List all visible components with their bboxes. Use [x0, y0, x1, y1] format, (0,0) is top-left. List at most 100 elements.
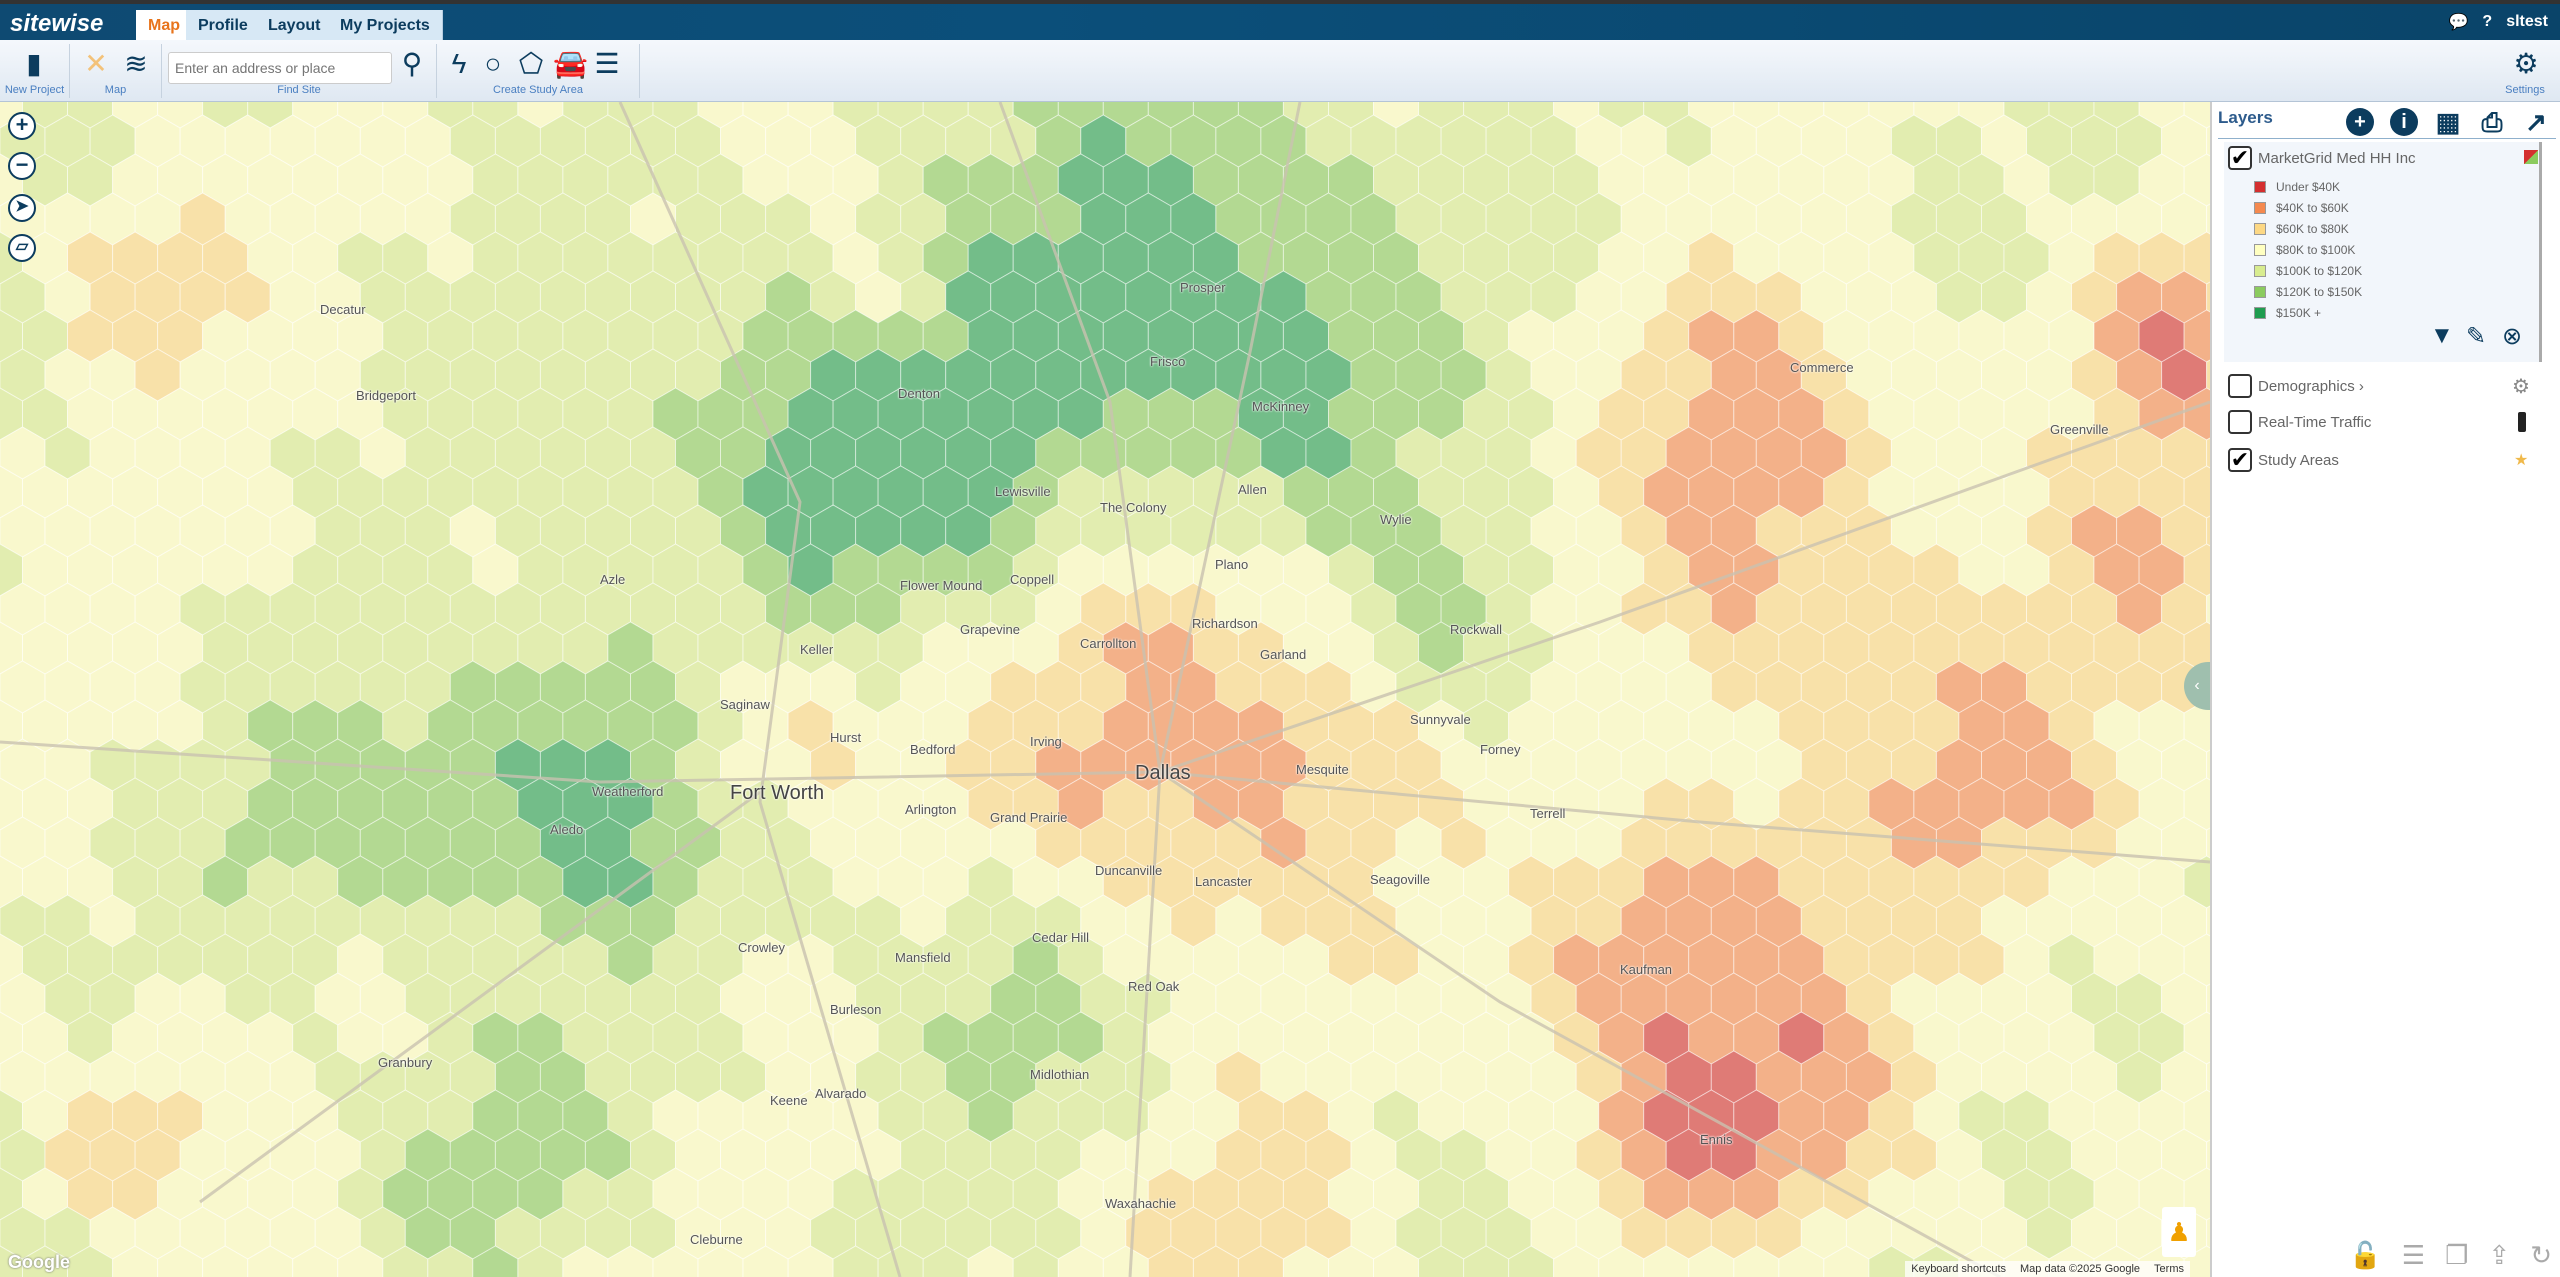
info-icon[interactable]: i [2390, 108, 2418, 136]
new-project-group[interactable]: ▮ New Project [0, 44, 70, 98]
top-bar: sitewise Map Profile Layout My Projects … [0, 0, 2560, 42]
study-areas-checkbox[interactable]: ✔ [2228, 448, 2252, 472]
share-icon[interactable]: ↗ [2522, 108, 2550, 136]
copy-icon[interactable]: ❐ [2445, 1240, 2468, 1271]
gear-icon[interactable]: ⚙ [2510, 48, 2542, 80]
map-canvas[interactable]: Fort Worth Dallas Arlington Irving Plano Garl… [0, 102, 2210, 1277]
legend-item: $150K + [2254, 306, 2321, 320]
lightning-icon[interactable]: ϟ [443, 48, 475, 80]
search-icon[interactable]: ⚲ [396, 48, 428, 80]
create-study-area-group: ϟ ○ ⬠ 🚘 ☰ Create Study Area [437, 44, 640, 98]
city-label: Duncanville [1095, 863, 1163, 878]
gear-icon[interactable]: ⚙ [2512, 374, 2530, 399]
tab-map[interactable]: Map [136, 10, 193, 42]
sitewise-logo: sitewise [10, 10, 104, 37]
legend-swatch [2254, 223, 2266, 235]
city-label: Denton [898, 386, 940, 401]
upload-icon[interactable]: ⇪ [2488, 1240, 2510, 1271]
layer-style-icon[interactable] [2524, 150, 2538, 164]
add-layer-icon[interactable]: + [2346, 108, 2374, 136]
city-label: Garland [1260, 647, 1307, 662]
marketgrid-checkbox[interactable]: ✔ [2228, 146, 2252, 170]
remove-layer-icon[interactable]: ⊗ [2502, 322, 2522, 351]
toolbar: ▮ New Project ✕ ≋ Map ⚲ Find Site ϟ ○ ⬠ … [0, 40, 2560, 102]
street-view-pegman-icon[interactable]: ♟ [2162, 1207, 2196, 1257]
city-label: Rockwall [1450, 622, 1503, 637]
circle-icon[interactable]: ○ [477, 48, 509, 80]
new-project-icon[interactable]: ▮ [18, 48, 50, 80]
legend-label: Under $40K [2276, 180, 2341, 194]
traffic-light-icon [2518, 412, 2526, 432]
city-label: Azle [600, 572, 626, 587]
print-icon[interactable]: ⎙ [2478, 108, 2506, 136]
tab-my-projects[interactable]: My Projects [328, 10, 443, 42]
legend-item: $60K to $80K [2254, 222, 2349, 236]
basemap-icon[interactable]: ✕ [80, 48, 112, 80]
city-label: Lancaster [1195, 874, 1253, 889]
legend-item: $120K to $150K [2254, 285, 2362, 299]
tab-profile[interactable]: Profile [186, 10, 261, 42]
city-label: Weatherford [592, 784, 664, 799]
layers-title: Layers [2218, 108, 2273, 127]
city-label: McKinney [1252, 399, 1310, 414]
legend-item: $80K to $100K [2254, 243, 2355, 257]
city-label: Carrollton [1080, 636, 1137, 651]
keyboard-shortcuts-link[interactable]: Keyboard shortcuts [1911, 1263, 2006, 1275]
drive-time-car-icon[interactable]: 🚘 [553, 48, 588, 80]
city-label: Seagoville [1370, 872, 1430, 887]
measure-ruler-icon[interactable]: ▱ [8, 234, 36, 262]
user-name[interactable]: sltest [2506, 13, 2548, 31]
demographics-layer-name[interactable]: Demographics › [2258, 378, 2364, 395]
city-label: Bridgeport [356, 388, 416, 403]
traffic-checkbox[interactable] [2228, 410, 2252, 434]
city-label: Wylie [1380, 512, 1412, 527]
find-site-group: ⚲ Find Site [162, 44, 437, 98]
city-label-major: Fort Worth [730, 782, 825, 804]
chart-icon[interactable]: ▦ [2434, 108, 2462, 136]
settings-label[interactable]: Settings [2490, 84, 2560, 96]
hex-grid-layer [0, 102, 2210, 1277]
settings-group[interactable]: ⚙ Settings [2490, 44, 2560, 98]
legend-swatch [2254, 181, 2266, 193]
filter-icon[interactable]: ▼ [2430, 322, 2454, 350]
chat-icon[interactable]: 💬 [2449, 12, 2469, 32]
city-label: Irving [1030, 734, 1062, 749]
legend-swatch [2254, 307, 2266, 319]
map-data-text: Map data ©2025 Google [2020, 1263, 2141, 1275]
city-label: Alvarado [815, 1086, 867, 1101]
demographics-checkbox[interactable] [2228, 374, 2252, 398]
legend-label: $60K to $80K [2276, 222, 2349, 236]
locate-icon[interactable]: ➤ [8, 194, 36, 222]
legend-swatch [2254, 265, 2266, 277]
marketgrid-layer-name: MarketGrid Med HH Inc [2258, 150, 2416, 167]
zoom-in-button[interactable]: + [8, 112, 36, 140]
zoom-out-button[interactable]: − [8, 152, 36, 180]
polygon-icon[interactable]: ⬠ [515, 48, 547, 80]
layers-stack-icon[interactable]: ≋ [120, 48, 152, 80]
city-label: Commerce [1790, 360, 1854, 375]
list-icon[interactable]: ☰ [2402, 1240, 2425, 1271]
city-label: Keller [800, 642, 834, 657]
city-label: Kaufman [1620, 962, 1673, 977]
refresh-icon[interactable]: ↻ [2530, 1240, 2552, 1271]
city-label: Richardson [1192, 616, 1258, 631]
city-label: Prosper [1180, 280, 1226, 295]
terms-link[interactable]: Terms [2154, 1263, 2184, 1275]
list-icon[interactable]: ☰ [591, 48, 623, 80]
address-search-input[interactable] [168, 52, 392, 84]
legend-label: $40K to $60K [2276, 201, 2349, 215]
edit-pencil-icon[interactable]: ✎ [2466, 322, 2486, 351]
unlock-icon[interactable]: 🔓 [2349, 1240, 2381, 1271]
tab-layout[interactable]: Layout [256, 10, 334, 42]
expand-chevron-icon[interactable]: › [2359, 378, 2364, 395]
map-label: Map [104, 84, 127, 96]
city-label: Midlothian [1030, 1067, 1090, 1082]
new-project-label[interactable]: New Project [0, 84, 69, 96]
legend-item: Under $40K [2254, 180, 2340, 194]
legend-label: $100K to $120K [2276, 264, 2363, 278]
city-label: Mansfield [895, 950, 951, 965]
city-label: Coppell [1010, 572, 1055, 587]
city-label: Flower Mound [900, 578, 983, 593]
city-label: Lewisville [995, 484, 1051, 499]
help-icon[interactable]: ? [2482, 13, 2492, 31]
